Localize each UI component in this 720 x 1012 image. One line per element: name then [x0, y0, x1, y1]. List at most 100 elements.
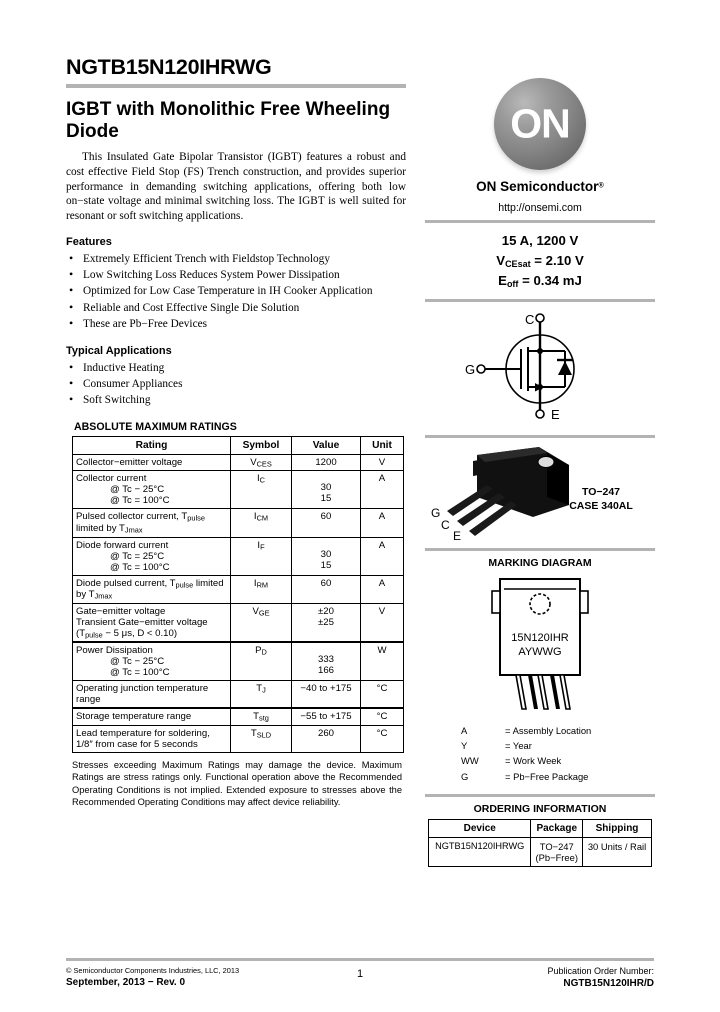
cell-rating: Power Dissipation @ Tc − 25°C @ Tc = 100… — [72, 641, 231, 682]
list-item: These are Pb−Free Devices — [66, 315, 406, 333]
page-footer: © Semiconductor Components Industries, L… — [66, 958, 654, 996]
legend-row: WW = Work Week — [461, 754, 591, 767]
list-item: Consumer Appliances — [66, 375, 406, 393]
ratings-note: Stresses exceeding Maximum Ratings may d… — [72, 760, 402, 808]
column-header-value: Value — [291, 435, 361, 455]
package-photo-block: G C E TO−247 CASE 340AL — [425, 443, 655, 543]
cell-value: 30 15 — [291, 470, 361, 510]
list-item: Optimized for Low Case Temperature in IH… — [66, 282, 406, 300]
column-header-rating: Rating — [72, 435, 231, 455]
footer-divider — [66, 958, 654, 961]
legend-row: Y = Year — [461, 739, 591, 752]
marking-diagram: 15N120IHR AYWWG — [425, 573, 655, 718]
label-collector: C — [525, 313, 534, 327]
legend-value: = Year — [505, 740, 532, 752]
cell-value: ±20 ±25 — [291, 602, 361, 643]
label-emitter: E — [551, 407, 560, 421]
page-title: NGTB15N120IHRWG — [66, 55, 272, 79]
cell-value: 333 166 — [291, 641, 361, 682]
list-item: Extremely Efficient Trench with Fieldsto… — [66, 250, 406, 268]
cell-symbol: IC — [230, 470, 292, 510]
cell-symbol: VGE — [230, 602, 292, 643]
cell-device: NGTB15N120IHRWG — [427, 837, 532, 868]
package-pin-label-2: C — [441, 518, 450, 532]
cell-value: −55 to +175 — [291, 707, 361, 727]
table-row: Diode forward current @ Tc = 25°C @ Tc =… — [72, 536, 404, 576]
divider — [425, 434, 655, 438]
column-header-symbol: Symbol — [230, 435, 292, 455]
cell-rating: Diode pulsed current, Tpulse limited by … — [72, 574, 231, 604]
cell-symbol: IF — [230, 536, 292, 576]
legend-value: = Assembly Location — [505, 724, 592, 736]
list-item: Soft Switching — [66, 391, 406, 409]
left-column: NGTB15N120IHRWG IGBT with Monolithic Fre… — [66, 56, 406, 809]
spec-current-voltage: 15 A, 1200 V — [501, 233, 579, 248]
label-gate: G — [465, 362, 475, 377]
cell-value: −40 to +175 — [291, 680, 361, 709]
column-header-device: Device — [427, 819, 532, 839]
cell-rating: Collector current @ Tc − 25°C @ Tc = 100… — [72, 470, 231, 510]
cell-unit: V — [360, 453, 404, 472]
cell-package: TO−247 (Pb−Free) — [530, 837, 584, 868]
marking-package-icon: 15N120IHR AYWWG — [491, 577, 589, 710]
list-item: Inductive Heating — [66, 359, 406, 377]
brand-url[interactable]: http://onsemi.com — [425, 202, 655, 214]
spec-vcesat: VCEsat = 2.10 V — [496, 252, 584, 269]
cell-rating: Operating junction temperature range — [72, 680, 231, 709]
brand-name: ON Semiconductor® — [476, 179, 604, 194]
cell-unit: °C — [360, 725, 404, 754]
cell-rating: Storage temperature range — [72, 707, 231, 727]
marking-line-2: AYWWG — [518, 646, 561, 658]
ordering-information-table: Device Package Shipping NGTB15N120IHRWG … — [427, 819, 652, 868]
cell-rating: Lead temperature for soldering, 1/8″ fro… — [72, 725, 231, 754]
title-divider — [66, 83, 406, 88]
footer-row: © Semiconductor Components Industries, L… — [66, 966, 654, 996]
cell-symbol: IRM — [230, 574, 292, 604]
cell-symbol: TJ — [230, 680, 292, 709]
ordering-information-heading: ORDERING INFORMATION — [473, 803, 607, 816]
legend-value: = Work Week — [505, 755, 562, 767]
cell-rating: Collector−emitter voltage — [72, 453, 231, 472]
legend-key: WW — [461, 755, 479, 767]
table-row: NGTB15N120IHRWG TO−247 (Pb−Free) 30 Unit… — [427, 837, 652, 868]
column-header-unit: Unit — [360, 435, 404, 455]
cell-symbol: TSLD — [230, 725, 292, 754]
applications-list: Inductive Heating Consumer Appliances So… — [66, 359, 406, 410]
cell-unit: V — [360, 602, 404, 643]
marking-diagram-heading: MARKING DIAGRAM — [488, 556, 592, 569]
publication-order-number: NGTB15N120IHR/D — [563, 978, 654, 989]
features-heading: Features — [66, 235, 112, 248]
legend-row: A = Assembly Location — [461, 724, 591, 737]
cell-rating: Diode forward current @ Tc = 25°C @ Tc =… — [72, 536, 231, 576]
cell-unit: A — [360, 508, 404, 538]
table-row: Storage temperature range Tstg −55 to +1… — [72, 707, 404, 727]
logo-text: ON — [510, 100, 571, 147]
package-name: TO−247 — [581, 485, 621, 498]
igbt-schematic-diagram: C G E — [425, 307, 655, 430]
features-list: Extremely Efficient Trench with Fieldsto… — [66, 250, 406, 333]
cell-value: 60 — [291, 508, 361, 538]
cell-value: 30 15 — [291, 536, 361, 576]
legend-key: Y — [461, 740, 468, 752]
cell-value: 260 — [291, 725, 361, 754]
column-header-package: Package — [530, 819, 584, 839]
cell-unit: A — [360, 574, 404, 604]
table-row: Collector−emitter voltage VCES 1200 V — [72, 453, 404, 472]
table-row: Diode pulsed current, Tpulse limited by … — [72, 574, 404, 604]
legend-key: A — [461, 724, 468, 736]
cell-unit: A — [360, 536, 404, 576]
ratings-heading: ABSOLUTE MAXIMUM RATINGS — [74, 420, 237, 433]
list-item: Reliable and Cost Effective Single Die S… — [66, 299, 406, 317]
publication-order-label: Publication Order Number: — [547, 966, 654, 976]
cell-symbol: PD — [230, 641, 292, 682]
table-header-row: Device Package Shipping — [427, 819, 652, 839]
column-header-shipping: Shipping — [582, 819, 652, 839]
marking-legend: A = Assembly Location Y = Year WW = Work… — [459, 722, 593, 785]
package-pin-label-1: G — [431, 506, 440, 520]
table-row: Gate−emitter voltage Transient Gate−emit… — [72, 602, 404, 643]
cell-value: 1200 — [291, 453, 361, 472]
divider — [425, 298, 655, 302]
cell-unit: °C — [360, 707, 404, 727]
package-case: CASE 340AL — [569, 499, 633, 512]
table-header-row: Rating Symbol Value Unit — [72, 435, 404, 455]
